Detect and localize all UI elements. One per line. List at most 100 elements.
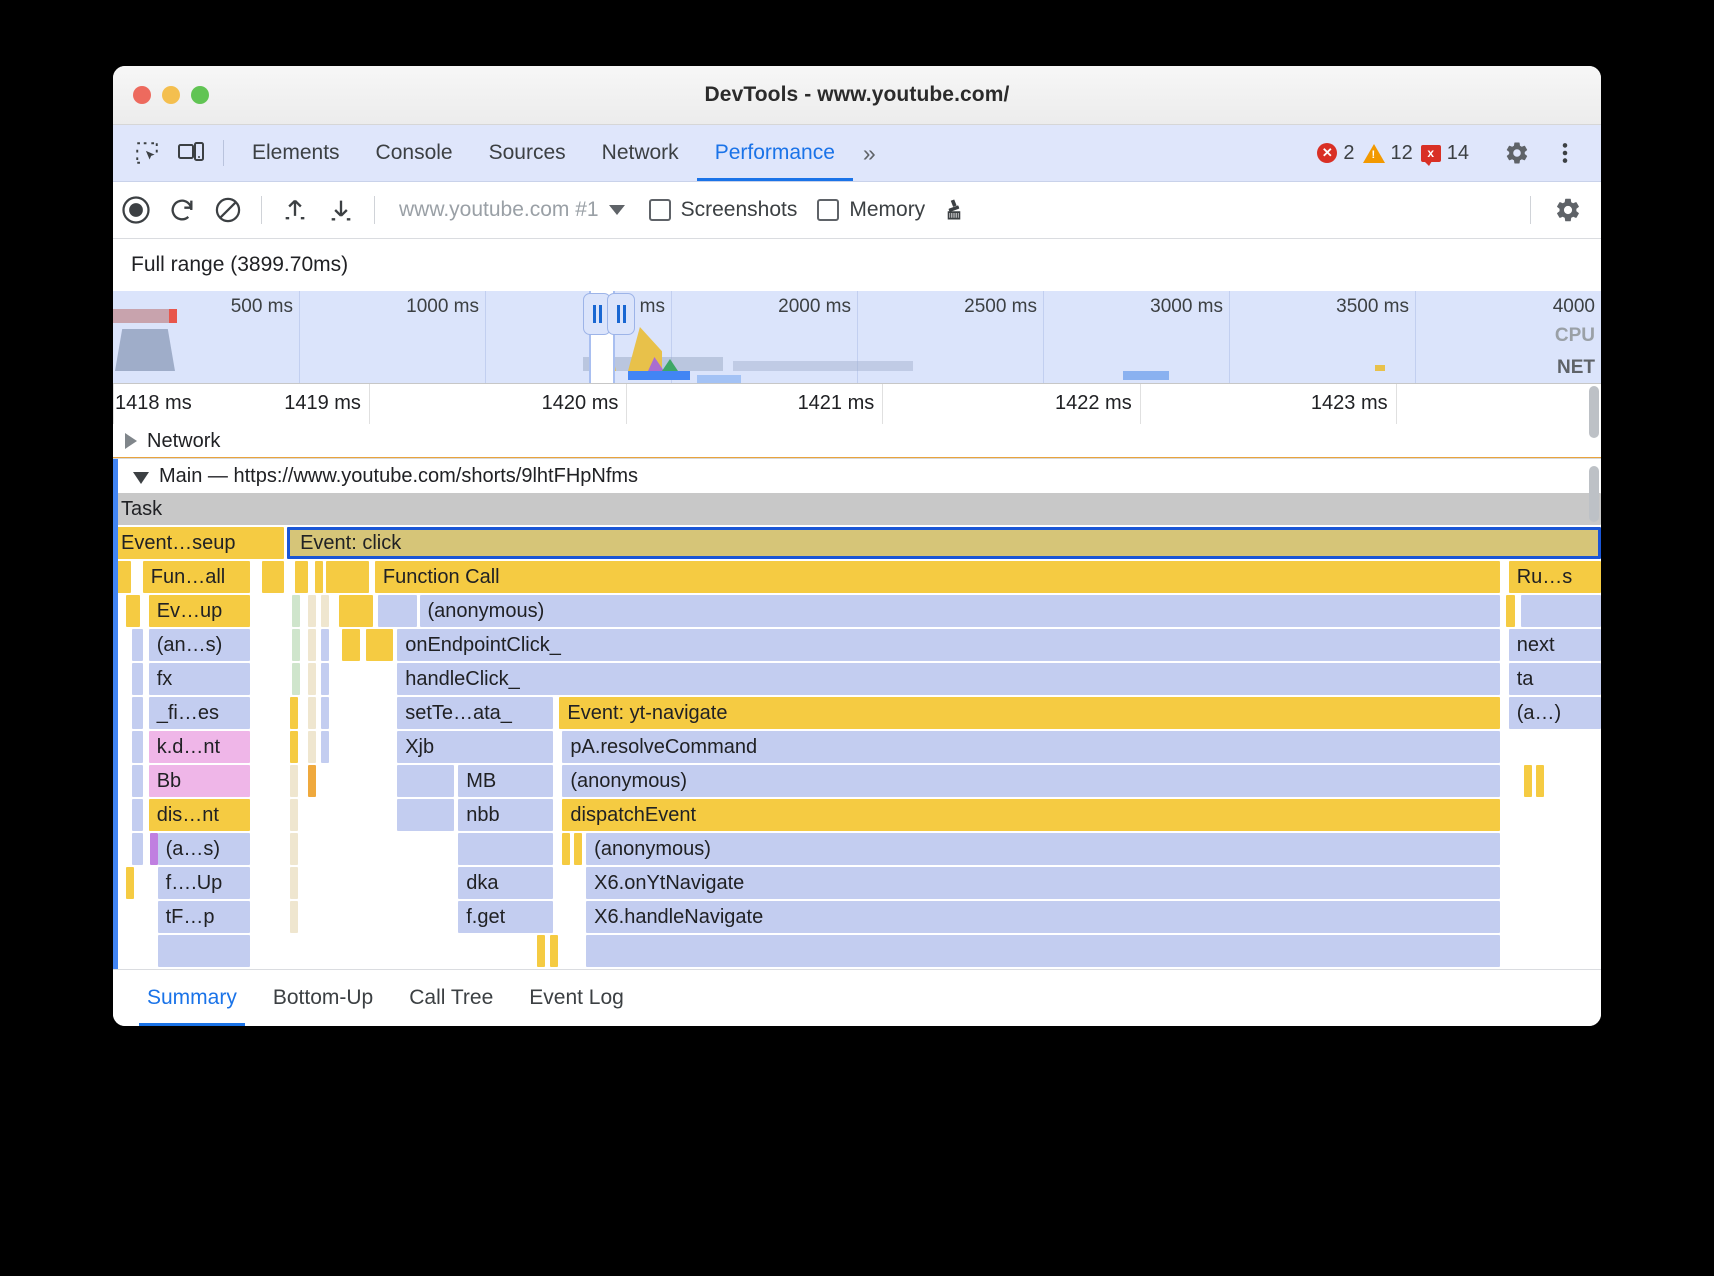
- flamechart-box-unlabeled[interactable]: [126, 867, 134, 899]
- traffic-light-controls[interactable]: [133, 86, 209, 104]
- track-main[interactable]: Main — https://www.youtube.com/shorts/9l…: [113, 458, 1601, 493]
- upload-profile-icon[interactable]: [272, 187, 318, 233]
- flamechart-box-unlabeled[interactable]: [550, 935, 558, 967]
- flamechart-box-unlabeled[interactable]: [366, 629, 393, 661]
- flamechart-box-unlabeled[interactable]: [321, 629, 329, 661]
- chevron-down-icon[interactable]: [133, 472, 149, 484]
- flamechart-box[interactable]: Bb: [149, 765, 250, 797]
- flamechart-box-unlabeled[interactable]: [132, 629, 142, 661]
- tab-network[interactable]: Network: [584, 125, 697, 181]
- flamechart-box-unlabeled[interactable]: [292, 629, 300, 661]
- flamechart-box-unlabeled[interactable]: [292, 663, 300, 695]
- flamechart-box-unlabeled[interactable]: [458, 833, 553, 865]
- flamechart-box[interactable]: nbb: [458, 799, 553, 831]
- flamechart-scrollbar-ruler[interactable]: [1589, 386, 1599, 438]
- flamechart-box-unlabeled[interactable]: [308, 663, 316, 695]
- flamechart-box-unlabeled[interactable]: [342, 629, 360, 661]
- track-network[interactable]: Network: [113, 424, 1601, 458]
- flamechart-box[interactable]: b: [1506, 595, 1515, 627]
- chevron-down-icon[interactable]: [609, 205, 625, 215]
- flamechart-box[interactable]: (a…s): [158, 833, 250, 865]
- tab-event-log[interactable]: Event Log: [511, 970, 642, 1026]
- flamechart-box-unlabeled[interactable]: [132, 697, 142, 729]
- flamechart-box-unlabeled[interactable]: [126, 595, 139, 627]
- message-counter[interactable]: x 14: [1421, 142, 1469, 165]
- memory-checkbox-group[interactable]: Memory: [817, 198, 925, 222]
- record-icon[interactable]: [113, 187, 159, 233]
- flamechart-box-unlabeled[interactable]: [290, 697, 298, 729]
- flamechart-box[interactable]: tF…p: [158, 901, 250, 933]
- flamechart-box-unlabeled[interactable]: [562, 833, 570, 865]
- flamechart-box-unlabeled[interactable]: [308, 629, 316, 661]
- more-tabs-icon[interactable]: »: [853, 140, 882, 167]
- flamechart-box-unlabeled[interactable]: [295, 561, 308, 593]
- flamechart-box-unlabeled[interactable]: [150, 833, 158, 865]
- flamechart-box[interactable]: fx: [149, 663, 250, 695]
- flamechart-scrollbar[interactable]: [1589, 466, 1599, 522]
- flamechart-box-unlabeled[interactable]: [308, 697, 316, 729]
- flamechart-box-unlabeled[interactable]: [586, 935, 1500, 967]
- flamechart-box-unlabeled[interactable]: [132, 765, 142, 797]
- flamechart-box-unlabeled[interactable]: [262, 561, 284, 593]
- tab-summary[interactable]: Summary: [129, 970, 255, 1026]
- overview-selection-right-handle[interactable]: [607, 293, 635, 335]
- flamechart-box-unlabeled[interactable]: [290, 731, 298, 763]
- flamechart-box-unlabeled[interactable]: [574, 833, 582, 865]
- tab-console[interactable]: Console: [358, 125, 471, 181]
- flamechart-box[interactable]: _fi…es: [149, 697, 250, 729]
- kebab-menu-icon[interactable]: [1543, 131, 1587, 175]
- flamechart-box[interactable]: X6.handleNavigate: [586, 901, 1500, 933]
- download-profile-icon[interactable]: [318, 187, 364, 233]
- flamechart-box[interactable]: k.d…nt: [149, 731, 250, 763]
- memory-checkbox[interactable]: [817, 199, 839, 221]
- flamechart-box-unlabeled[interactable]: [321, 697, 329, 729]
- flamechart-box-unlabeled[interactable]: [321, 595, 329, 627]
- flamechart-box[interactable]: (anonymous): [586, 833, 1500, 865]
- maximize-window-button[interactable]: [191, 86, 209, 104]
- flamechart-box[interactable]: Function Call: [375, 561, 1500, 593]
- tab-sources[interactable]: Sources: [471, 125, 584, 181]
- flamechart-box[interactable]: X6.onYtNavigate: [586, 867, 1500, 899]
- flamechart-box-unlabeled[interactable]: [290, 765, 298, 797]
- flamechart-box-unlabeled[interactable]: [321, 731, 329, 763]
- flamechart-box-unlabeled[interactable]: [132, 663, 142, 695]
- tab-elements[interactable]: Elements: [234, 125, 358, 181]
- flamechart-box-unlabeled[interactable]: [290, 901, 298, 933]
- flamechart-box-unlabeled[interactable]: [537, 935, 545, 967]
- inspect-element-icon[interactable]: [125, 131, 169, 175]
- device-toolbar-icon[interactable]: [169, 131, 213, 175]
- flamechart-box-unlabeled[interactable]: [378, 595, 417, 627]
- flamechart-box[interactable]: Event: click: [287, 527, 1601, 559]
- flamechart-box-unlabeled[interactable]: [308, 765, 316, 797]
- flamechart-box-unlabeled[interactable]: [308, 731, 316, 763]
- flamechart-box[interactable]: next: [1509, 629, 1601, 661]
- profile-select[interactable]: www.youtube.com #1: [399, 198, 625, 222]
- timeline-overview[interactable]: 500 ms1000 ms1500 ms2000 ms2500 ms3000 m…: [113, 291, 1601, 383]
- flamechart-box-unlabeled[interactable]: [132, 731, 142, 763]
- flamechart-box[interactable]: Event…seup: [113, 527, 284, 559]
- screenshots-checkbox[interactable]: [649, 199, 671, 221]
- flamechart-box[interactable]: Fun…all: [143, 561, 250, 593]
- flamechart-box[interactable]: (an…s): [149, 629, 250, 661]
- flamechart-area[interactable]: 1418 ms1419 ms1420 ms1421 ms1422 ms1423 …: [113, 383, 1601, 969]
- flamechart-box-unlabeled[interactable]: [1536, 765, 1544, 797]
- flamechart-box[interactable]: setTe…ata_: [397, 697, 553, 729]
- tab-bottom-up[interactable]: Bottom-Up: [255, 970, 391, 1026]
- error-counter[interactable]: ✕ 2: [1317, 142, 1354, 165]
- flamechart-box-unlabeled[interactable]: [308, 595, 316, 627]
- close-window-button[interactable]: [133, 86, 151, 104]
- flamechart-box[interactable]: dis…nt: [149, 799, 250, 831]
- flamechart-box-unlabeled[interactable]: [397, 799, 454, 831]
- chevron-right-icon[interactable]: [125, 433, 137, 449]
- reload-record-icon[interactable]: [159, 187, 205, 233]
- flamechart-box-unlabeled[interactable]: [1524, 765, 1532, 797]
- gear-icon[interactable]: [1545, 187, 1591, 233]
- flamechart-box[interactable]: ta: [1509, 663, 1601, 695]
- flamechart-box-unlabeled[interactable]: [290, 799, 298, 831]
- clear-icon[interactable]: [205, 187, 251, 233]
- flamechart-box-unlabeled[interactable]: [158, 935, 250, 967]
- flamechart-rows[interactable]: TaskEvent…seupEvent: clickFun…allFunctio…: [113, 493, 1601, 969]
- flamechart-box[interactable]: pA.resolveCommand: [562, 731, 1499, 763]
- flamechart-box[interactable]: dispatchEvent: [562, 799, 1499, 831]
- warning-counter[interactable]: 12: [1363, 142, 1413, 165]
